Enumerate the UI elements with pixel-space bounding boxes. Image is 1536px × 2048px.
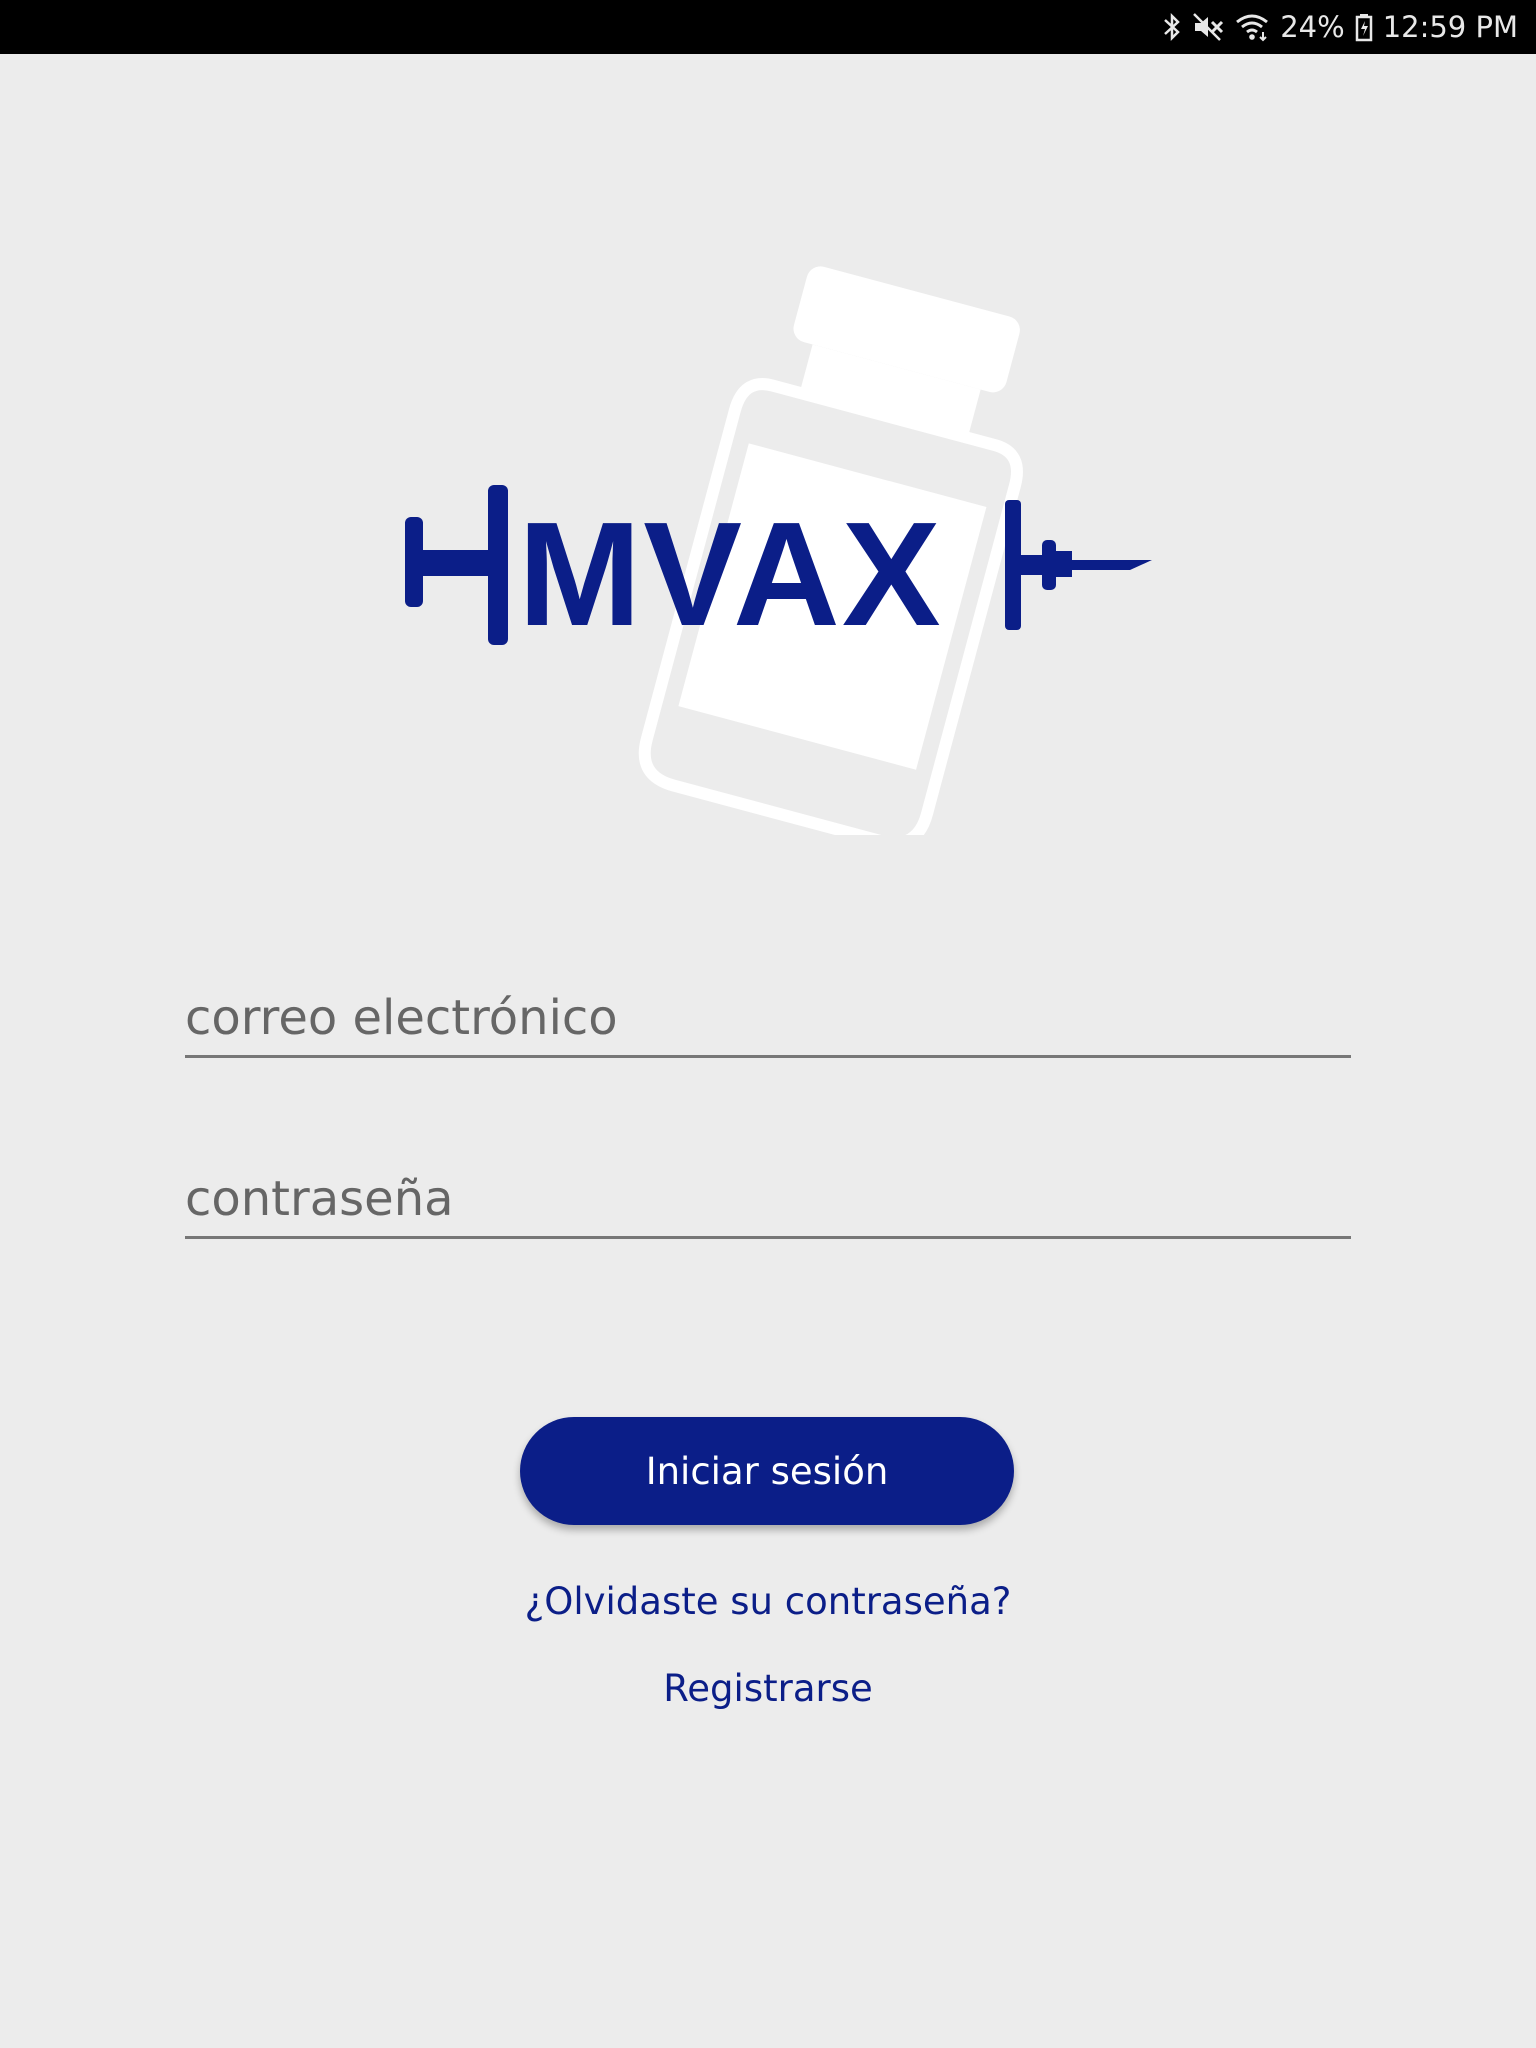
brand-logo-text: MVAX xyxy=(518,492,943,657)
battery-percent: 24% xyxy=(1280,10,1345,44)
email-input[interactable] xyxy=(185,980,1351,1055)
clock-time: 12:59 PM xyxy=(1382,10,1518,44)
status-icons: 24% 12:59 PM xyxy=(1162,0,1518,54)
syringe-plunger xyxy=(405,485,508,645)
battery-icon xyxy=(1355,12,1373,42)
status-bar: 24% 12:59 PM xyxy=(0,0,1536,54)
syringe-needle xyxy=(1005,500,1152,630)
email-field[interactable] xyxy=(185,980,1351,1058)
password-input[interactable] xyxy=(185,1161,1351,1236)
app-logo: MVAX xyxy=(400,255,1160,835)
register-link[interactable]: Registrarse xyxy=(0,1667,1536,1710)
bluetooth-icon xyxy=(1162,12,1182,42)
mute-icon xyxy=(1192,12,1224,42)
forgot-password-link[interactable]: ¿Olvidaste su contraseña? xyxy=(0,1580,1536,1623)
vial-syringe-logo: MVAX xyxy=(405,266,1152,835)
wifi-icon xyxy=(1234,12,1270,42)
password-field[interactable] xyxy=(185,1161,1351,1239)
login-button[interactable]: Iniciar sesión xyxy=(520,1417,1014,1525)
